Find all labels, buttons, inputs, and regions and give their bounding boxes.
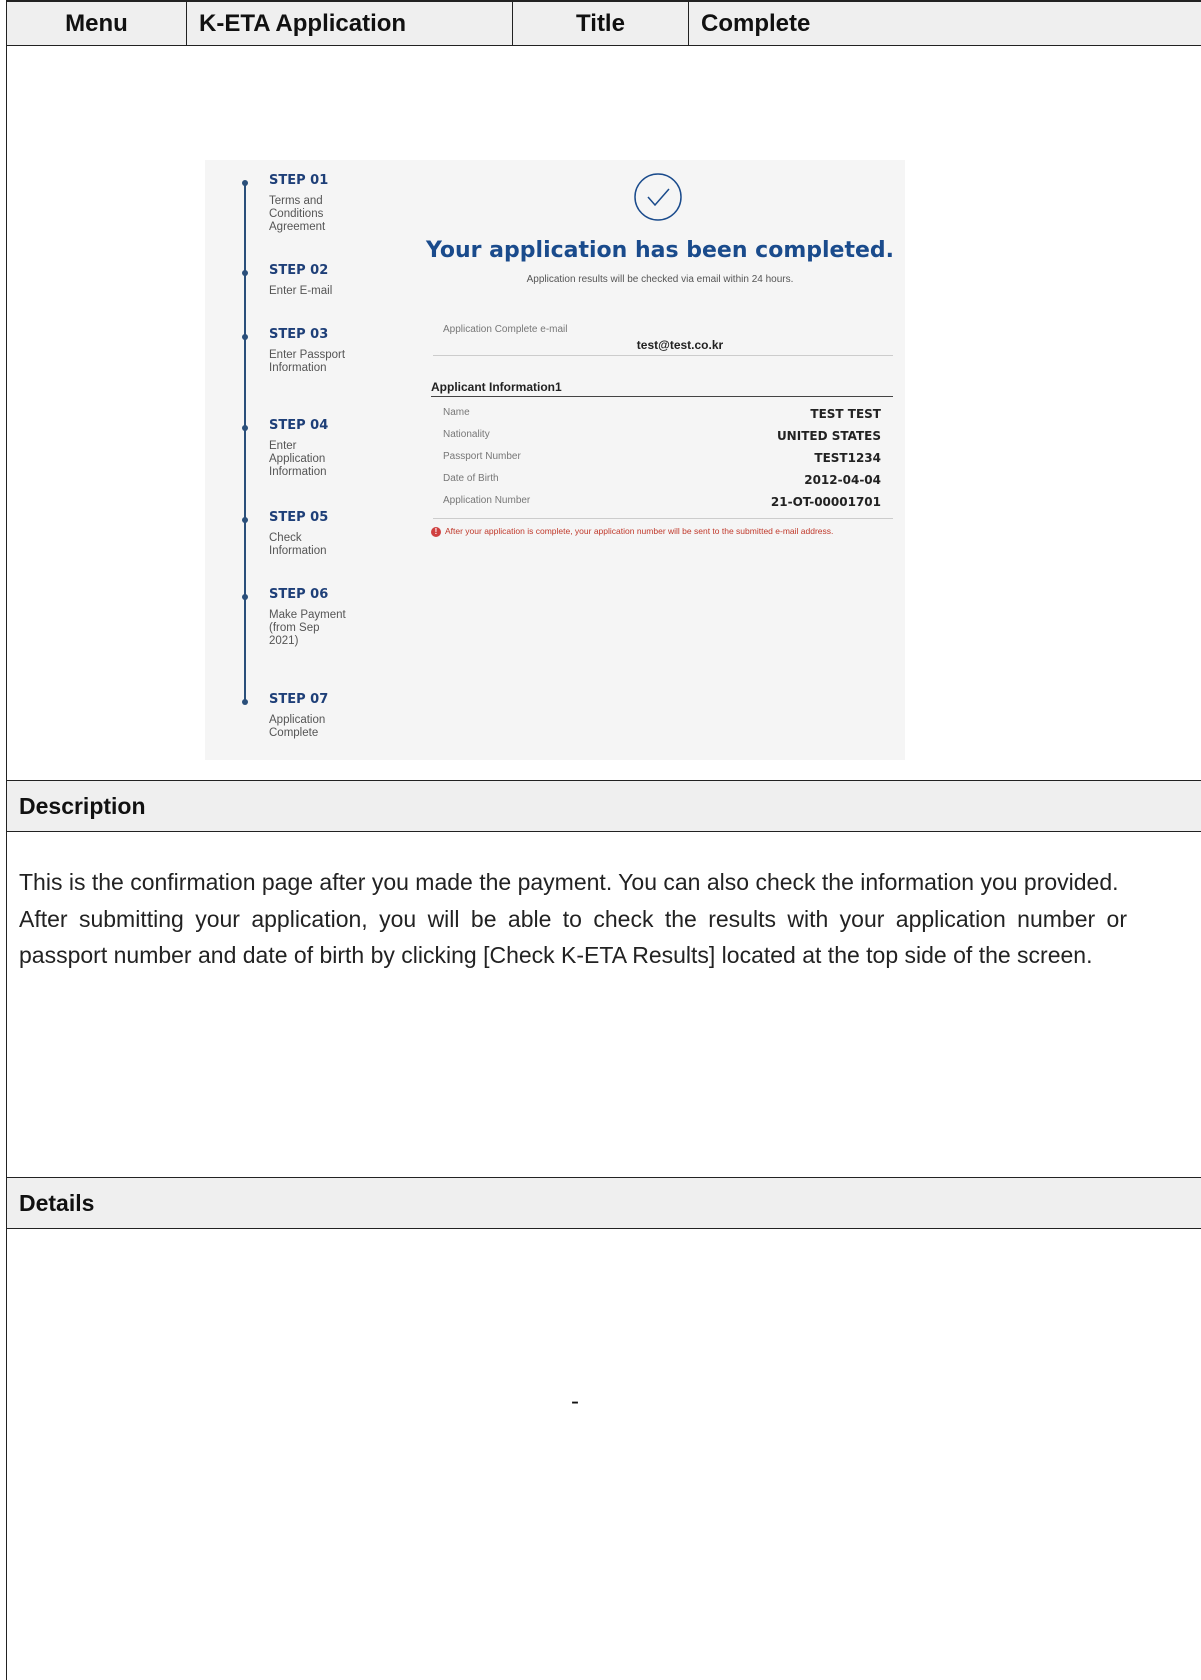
checkmark-icon [634, 173, 682, 221]
header-table: Menu K-ETA Application Title Complete [7, 0, 1201, 46]
step-sidebar: STEP 01 Terms and Conditions Agreement S… [205, 160, 405, 760]
info-row: Application Number 21-OT-00001701 [443, 495, 881, 515]
info-label: Passport Number [443, 451, 521, 462]
step-desc: Make Payment (from Sep 2021) [269, 609, 346, 647]
divider [433, 518, 893, 519]
details-section-label: Details [7, 1177, 1201, 1229]
document-page: Menu K-ETA Application Title Complete ST… [6, 0, 1201, 1680]
step-name: STEP 07 [269, 692, 329, 707]
step-name: STEP 03 [269, 327, 329, 342]
description-text: This is the confirmation page after you … [19, 864, 1127, 974]
email-label: Application Complete e-mail [443, 324, 568, 335]
step-desc: Enter E-mail [269, 285, 333, 297]
info-row: Name TEST TEST [443, 407, 881, 427]
email-value: test@test.co.kr [636, 338, 724, 352]
step-dot-icon [242, 270, 248, 276]
step-dot-icon [242, 334, 248, 340]
description-paragraph: This is the confirmation page after you … [19, 869, 1119, 895]
step-desc: Enter Application Information [269, 440, 327, 478]
completion-panel: Your application has been completed. App… [405, 160, 905, 760]
step-desc: Terms and Conditions Agreement [269, 195, 326, 233]
info-value: UNITED STATES [776, 429, 881, 443]
step-desc: Enter Passport Information [269, 349, 346, 374]
step-timeline-line [244, 184, 246, 704]
warning-icon: ! [431, 526, 441, 537]
step-desc: Application Complete [269, 714, 326, 739]
applicant-heading: Applicant Information1 [431, 380, 562, 394]
info-value: 2012-04-04 [804, 473, 881, 487]
step-name: STEP 02 [269, 263, 329, 278]
info-label: Name [443, 407, 470, 418]
info-label: Application Number [443, 495, 531, 506]
notice: ! After your application is complete, you… [431, 526, 833, 537]
step-dot-icon [242, 180, 248, 186]
info-value: TEST TEST [810, 407, 881, 421]
title-label: Title [513, 2, 689, 46]
info-value: 21-OT-00001701 [770, 495, 881, 509]
info-row: Nationality UNITED STATES [443, 429, 881, 449]
step-desc: Check Information [269, 532, 327, 557]
completion-subheading: Application results will be checked via … [526, 274, 794, 285]
step-name: STEP 04 [269, 418, 329, 433]
title-value: Complete [701, 10, 811, 37]
divider [431, 396, 893, 397]
description-paragraph: After submitting your application, you w… [19, 905, 1127, 969]
details-value: - [571, 1388, 579, 1415]
step-dot-icon [242, 699, 248, 705]
completion-heading: Your application has been completed. [425, 238, 894, 263]
info-label: Date of Birth [443, 473, 499, 484]
info-value: TEST1234 [814, 451, 881, 465]
info-label: Nationality [443, 429, 490, 440]
menu-label: Menu [7, 2, 187, 46]
menu-value: K-ETA Application [187, 2, 513, 46]
description-section-label: Description [7, 780, 1201, 832]
step-dot-icon [242, 425, 248, 431]
divider [433, 355, 893, 356]
info-row: Passport Number TEST1234 [443, 451, 881, 471]
step-dot-icon [242, 517, 248, 523]
notice-text: After your application is complete, your… [445, 526, 834, 536]
step-name: STEP 05 [269, 510, 329, 525]
step-name: STEP 01 [269, 173, 329, 188]
completion-screenshot: STEP 01 Terms and Conditions Agreement S… [205, 160, 905, 760]
info-row: Date of Birth 2012-04-04 [443, 473, 881, 493]
step-dot-icon [242, 594, 248, 600]
step-name: STEP 06 [269, 587, 329, 602]
